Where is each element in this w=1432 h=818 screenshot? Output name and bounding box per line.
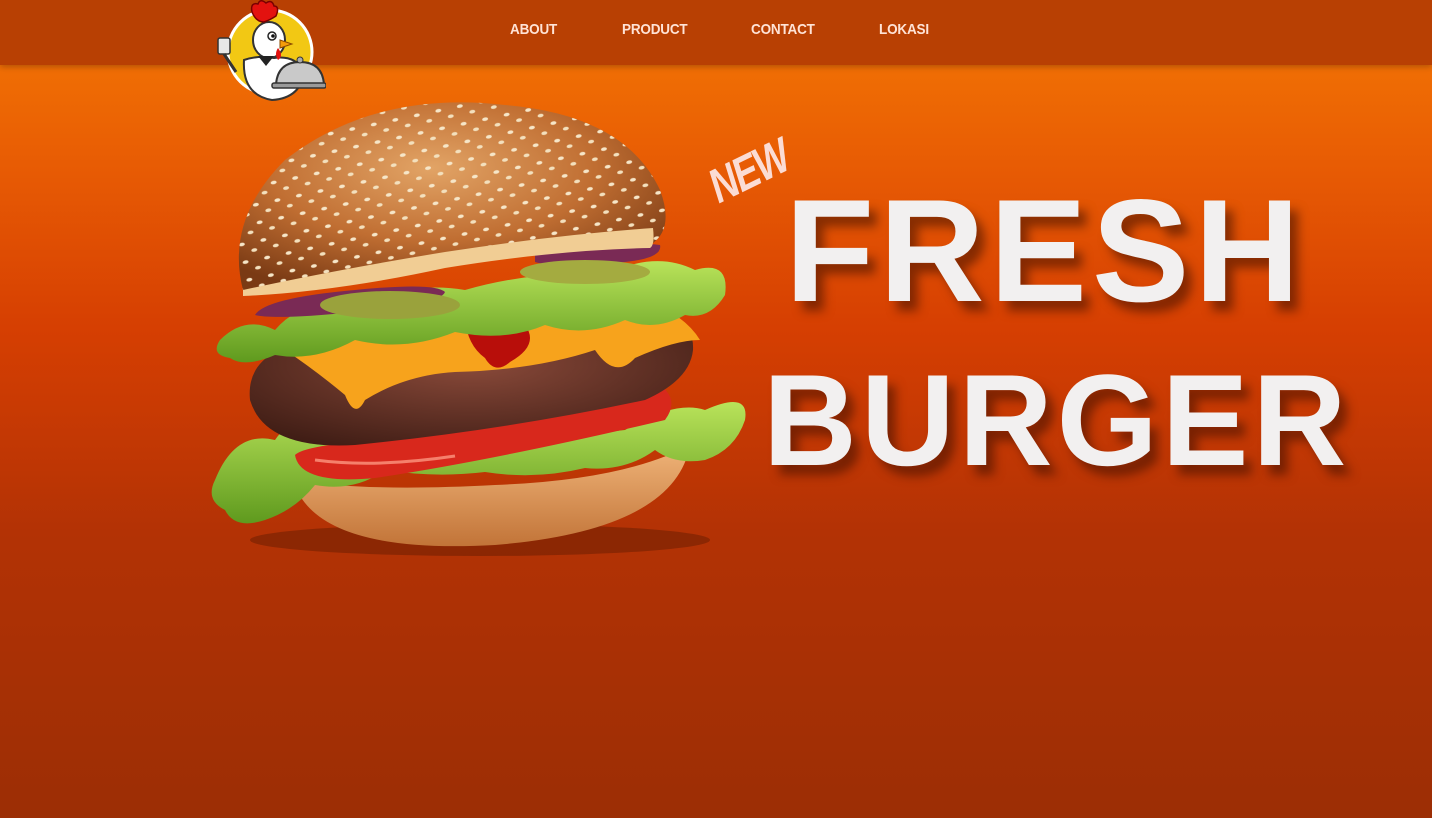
nav-link-product[interactable]: PRODUCT xyxy=(622,21,688,38)
burger-image xyxy=(211,102,746,556)
nav-link-lokasi[interactable]: LOKASI xyxy=(879,21,929,38)
nav-link-contact[interactable]: CONTACT xyxy=(751,21,815,38)
nav-link-about[interactable]: ABOUT xyxy=(510,21,557,38)
hero-title-line2: BURGER xyxy=(763,347,1351,493)
hero-title-line1: FRESH xyxy=(785,169,1305,332)
chef-chicken-logo-icon[interactable] xyxy=(214,0,326,104)
